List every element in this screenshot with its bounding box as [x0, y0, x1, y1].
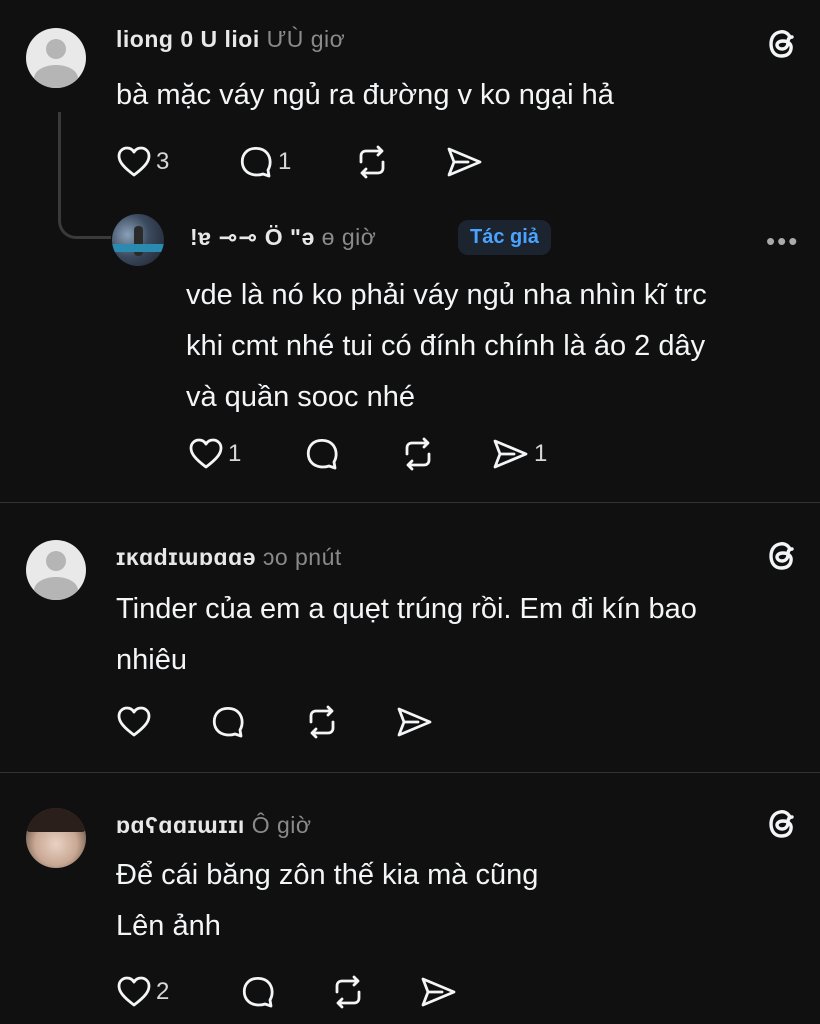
send-icon [493, 439, 528, 469]
share-button[interactable] [394, 702, 434, 742]
like-button[interactable] [116, 702, 152, 742]
threads-logo-icon[interactable] [760, 22, 804, 66]
threads-logo-icon[interactable] [760, 802, 804, 846]
like-button[interactable]: 1 [188, 434, 241, 474]
more-icon[interactable]: ••• [766, 226, 799, 257]
reply-button[interactable] [210, 702, 246, 742]
comment-text: Để cái băng zôn thế kia mà cũng Lên ảnh [116, 859, 539, 942]
like-button[interactable]: 2 [116, 972, 169, 1012]
share-button[interactable]: 1 [490, 434, 547, 474]
heart-icon [189, 438, 223, 469]
reply-button[interactable] [304, 434, 340, 474]
divider [0, 772, 820, 773]
avatar[interactable] [26, 540, 86, 600]
repost-icon [359, 145, 385, 179]
repost-button[interactable] [352, 142, 392, 182]
repost-button[interactable] [302, 702, 342, 742]
comment-meta: ɒɑʕɑɑɪɯɪɪı Ô giờ [116, 812, 311, 839]
author-name[interactable]: liong 0 U lioi [116, 26, 260, 52]
comment-text: Tinder của em a quẹt trúng rồi. Em đi kí… [116, 593, 697, 676]
repost-icon [309, 705, 335, 739]
reply-button[interactable]: 1 [238, 142, 291, 182]
comment-text: bà mặc váy ngủ ra đường v ko ngại hả [116, 79, 614, 111]
reply-button[interactable] [240, 972, 276, 1012]
like-count: 1 [228, 440, 242, 467]
comment-icon [212, 706, 244, 738]
avatar[interactable] [26, 808, 86, 868]
like-button[interactable]: 3 [116, 142, 169, 182]
author-name[interactable]: !ɐ ⊸⊸ Ö ʺə [190, 224, 315, 250]
author-name[interactable]: ɒɑʕɑɑɪɯɪɪı [116, 812, 245, 838]
avatar[interactable] [26, 28, 86, 88]
timestamp: ƯÙ giơ [266, 26, 346, 52]
timestamp: ɔo pnút [262, 544, 342, 570]
comment-icon [242, 976, 274, 1008]
share-count: 1 [534, 440, 548, 467]
send-icon [397, 707, 432, 737]
repost-icon [335, 975, 361, 1009]
comment-meta: liong 0 U lioi ƯÙ giơ [116, 26, 345, 53]
reply-count: 1 [278, 148, 292, 175]
heart-icon [117, 146, 151, 177]
author-badge: Tác giả [458, 220, 551, 255]
share-button[interactable] [418, 972, 458, 1012]
timestamp: Ô giờ [251, 812, 312, 838]
avatar[interactable] [112, 214, 164, 266]
send-icon [447, 147, 482, 177]
send-icon [421, 977, 456, 1007]
heart-icon [117, 706, 151, 737]
comment-text: vde là nó ko phải váy ngủ nha nhìn kĩ tr… [186, 279, 707, 413]
comment-meta: ɪĸɑdɪɯɒɑɑə ɔo pnút [116, 544, 342, 571]
comment-icon [240, 146, 272, 178]
repost-button[interactable] [328, 972, 368, 1012]
author-name[interactable]: ɪĸɑdɪɯɒɑɑə [116, 544, 256, 570]
timestamp: ɵ giờ [321, 224, 377, 250]
heart-icon [117, 976, 151, 1007]
repost-button[interactable] [398, 434, 438, 474]
divider [0, 502, 820, 503]
repost-icon [405, 437, 431, 471]
like-count: 3 [156, 148, 170, 175]
comment-icon [306, 438, 338, 470]
comment-meta: !ɐ ⊸⊸ Ö ʺə ɵ giờ [190, 224, 376, 251]
share-button[interactable] [444, 142, 484, 182]
like-count: 2 [156, 978, 170, 1005]
threads-logo-icon[interactable] [760, 534, 804, 578]
thread-line [58, 112, 111, 239]
